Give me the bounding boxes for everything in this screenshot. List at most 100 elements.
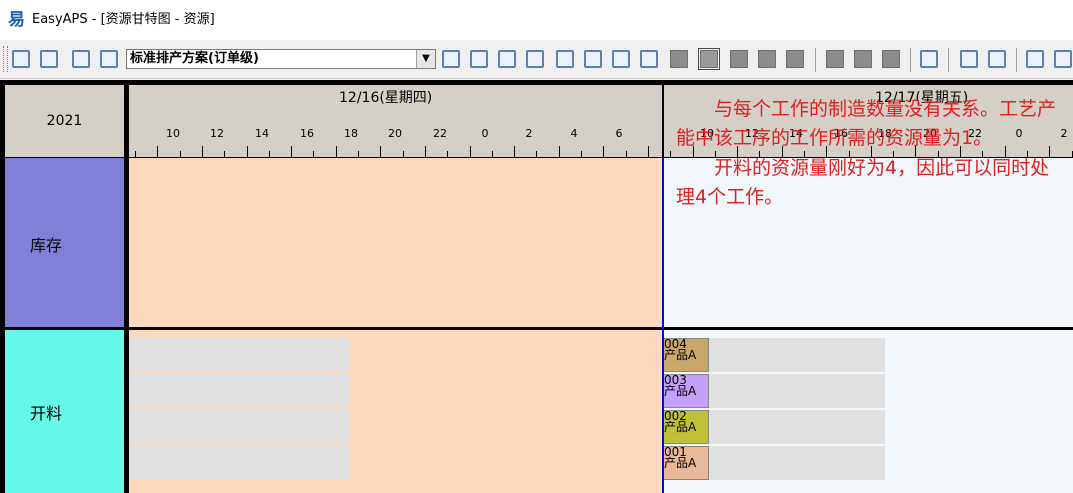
hour-label: 18 <box>344 127 358 140</box>
hour-label: 20 <box>388 127 402 140</box>
time-tick <box>358 151 359 157</box>
page-setup-icon[interactable] <box>100 50 118 68</box>
scheme-select[interactable]: 标准排产方案(订单级) ▼ <box>126 49 436 69</box>
resource-kucun[interactable]: 库存 <box>5 158 124 327</box>
idle-slot <box>709 446 885 480</box>
hour-label: 6 <box>615 127 623 140</box>
time-tick <box>648 146 649 157</box>
chevron-down-icon[interactable]: ▼ <box>416 50 435 68</box>
view-mode-3-icon[interactable] <box>730 50 748 68</box>
view-mode-1-icon[interactable] <box>670 50 688 68</box>
day-divider <box>662 85 664 157</box>
time-tick <box>269 151 270 157</box>
idle-slot <box>129 446 350 480</box>
list-icon[interactable] <box>470 50 488 68</box>
time-tick <box>135 151 136 157</box>
print-preview-icon[interactable] <box>72 50 90 68</box>
print-icon[interactable] <box>40 50 58 68</box>
text-align-icon[interactable] <box>1026 50 1044 68</box>
year-header: 2021 <box>5 85 124 157</box>
time-tick <box>581 151 582 157</box>
hour-label: 14 <box>255 127 269 140</box>
idle-slot <box>709 410 885 444</box>
hour-label: 10 <box>166 127 180 140</box>
time-tick <box>380 146 381 157</box>
copy-icon[interactable] <box>612 50 630 68</box>
time-tick <box>470 146 471 157</box>
scheme-select-value: 标准排产方案(订单级) <box>130 51 259 66</box>
tree-icon[interactable] <box>526 50 544 68</box>
app-logo-icon: 易 <box>8 10 25 30</box>
time-tick <box>447 151 448 157</box>
year-label: 2021 <box>46 113 83 129</box>
idle-slot <box>129 338 350 372</box>
toolbar-grip[interactable] <box>3 46 8 72</box>
window-title: EasyAPS - [资源甘特图 - 资源] <box>32 12 215 27</box>
resource-label: 库存 <box>30 236 63 255</box>
time-tick <box>336 146 337 157</box>
view-mode-7-icon[interactable] <box>854 50 872 68</box>
annotation-line: 开料的资源量刚好为4，因此可以同时处理4个工作。 <box>676 156 1050 208</box>
time-tick <box>670 151 671 157</box>
time-tick <box>626 151 627 157</box>
toolbar-separator <box>948 48 949 72</box>
toolbar-separator <box>815 48 816 72</box>
save-icon[interactable] <box>12 50 30 68</box>
layout-icon[interactable] <box>960 50 978 68</box>
idle-slot <box>709 338 885 372</box>
view-mode-6-icon[interactable] <box>826 50 844 68</box>
view-mode-4-icon[interactable] <box>758 50 776 68</box>
time-tick <box>313 151 314 157</box>
filter-icon[interactable] <box>556 50 574 68</box>
hour-label: 0 <box>481 127 489 140</box>
refresh-icon[interactable] <box>442 50 460 68</box>
view-mode-8-icon[interactable] <box>882 50 900 68</box>
time-tick <box>247 146 248 157</box>
task-product: 产品A <box>664 420 697 434</box>
idle-slot <box>129 410 350 444</box>
task-bar[interactable]: 004 产品A <box>662 338 709 372</box>
toolbar-separator <box>910 48 911 72</box>
current-time-line <box>662 158 664 493</box>
task-product: 产品A <box>664 384 697 398</box>
time-tick <box>425 146 426 157</box>
document-icon[interactable] <box>498 50 516 68</box>
time-tick <box>291 146 292 157</box>
task-bar[interactable]: 002 产品A <box>662 410 709 444</box>
time-tick <box>559 146 560 157</box>
gantt-row-kailiao: 004 产品A 003 产品A 002 产品A 001 产品A <box>129 330 1073 493</box>
idle-slot <box>709 374 885 408</box>
settings-list-icon[interactable] <box>640 50 658 68</box>
task-product: 产品A <box>664 348 697 362</box>
time-tick <box>202 146 203 157</box>
hour-label: 16 <box>300 127 314 140</box>
hour-label: 22 <box>433 127 447 140</box>
time-tick <box>403 151 404 157</box>
time-tick <box>514 146 515 157</box>
grid-icon[interactable] <box>988 50 1006 68</box>
align-icon[interactable] <box>584 50 602 68</box>
task-bar[interactable]: 003 产品A <box>662 374 709 408</box>
time-tick <box>492 151 493 157</box>
toolbar-separator <box>1016 48 1017 72</box>
task-bar[interactable]: 001 产品A <box>662 446 709 480</box>
annotation-line: 与每个工作的制造数量没有关系。工艺产能中该工序的工作所需的资源量为1。 <box>676 98 1057 150</box>
hour-label: 12 <box>210 127 224 140</box>
view-mode-2-icon[interactable] <box>698 48 720 70</box>
annotation: 与每个工作的制造数量没有关系。工艺产能中该工序的工作所需的资源量为1。 开料的资… <box>676 95 1068 212</box>
chart-icon[interactable] <box>1054 50 1072 68</box>
resource-kailiao[interactable]: 开料 <box>5 330 124 493</box>
time-tick <box>224 151 225 157</box>
hour-label: 2 <box>525 127 533 140</box>
time-tick <box>180 151 181 157</box>
edit-icon[interactable] <box>920 50 938 68</box>
idle-slot <box>129 374 350 408</box>
view-mode-5-icon[interactable] <box>786 50 804 68</box>
hour-label: 4 <box>570 127 578 140</box>
time-tick <box>603 146 604 157</box>
task-product: 产品A <box>664 456 697 470</box>
day-label: 12/16(星期四) <box>339 90 433 106</box>
title-bar: 易 EasyAPS - [资源甘特图 - 资源] <box>0 0 1073 40</box>
resource-label: 开料 <box>30 404 63 423</box>
time-tick <box>536 151 537 157</box>
